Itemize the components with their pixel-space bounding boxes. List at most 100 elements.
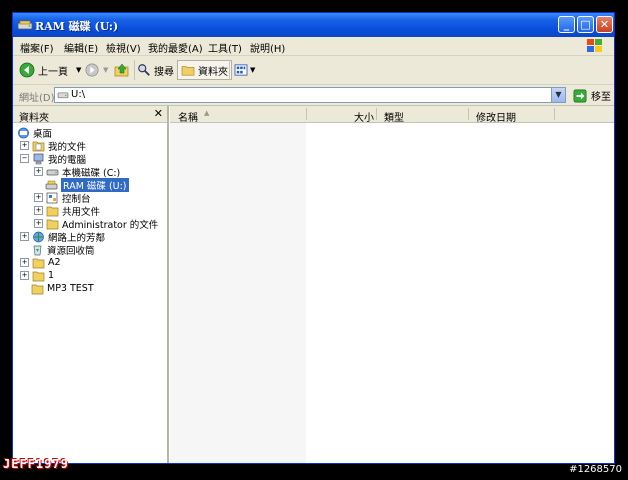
tree-item-recycle-bin[interactable]: 資源回收筒 <box>31 243 95 257</box>
file-list-pane[interactable]: 名稱 ▲ 大小 類型 修改日期 <box>170 106 614 463</box>
my-computer-icon <box>33 153 44 164</box>
views-icon <box>234 64 248 76</box>
menu-favorites[interactable]: 我的最愛(A) <box>148 40 203 55</box>
address-input[interactable]: U:\ ▼ <box>54 87 566 103</box>
tree-label: 1 <box>48 270 55 281</box>
window-title: RAM 磁碟 (U:) <box>35 20 119 33</box>
go-arrow-icon <box>573 89 587 102</box>
close-button[interactable]: ✕ <box>596 16 613 33</box>
toolbar-separator <box>229 60 230 80</box>
back-arrow-icon <box>19 62 35 78</box>
forward-arrow-icon <box>85 63 99 77</box>
address-label: 網址(D) <box>19 93 55 104</box>
column-size[interactable]: 大小 <box>354 109 374 124</box>
expand-icon[interactable]: + <box>34 167 43 176</box>
tree-label: A2 <box>48 257 61 268</box>
menu-tools[interactable]: 工具(T) <box>208 40 242 55</box>
expand-icon[interactable]: + <box>34 219 43 228</box>
back-button[interactable]: 上一頁 ▼ <box>19 60 81 80</box>
tree-label: 共用文件 <box>62 206 101 218</box>
tree-item-local-disk-c[interactable]: + 本機磁碟 (C:) <box>34 165 120 179</box>
folders-pane: 資料夾 ✕ 桌面 + 我的文件 − 我的電腦 + 本機磁碟 (C:) RAM 磁… <box>13 106 168 463</box>
windows-logo-icon <box>587 39 602 52</box>
folder-icon <box>46 206 59 216</box>
column-name[interactable]: 名稱 <box>178 109 198 124</box>
tree-item-administrator-documents[interactable]: + Administrator 的文件 <box>34 217 159 231</box>
tree-item-1[interactable]: + 1 <box>20 269 54 282</box>
folder-icon <box>32 258 45 268</box>
tree-item-control-panel[interactable]: + 控制台 <box>34 191 91 205</box>
expand-icon[interactable]: + <box>34 206 43 215</box>
forward-dropdown-icon[interactable]: ▼ <box>103 66 108 74</box>
folder-icon <box>46 219 59 229</box>
column-divider[interactable] <box>376 108 377 120</box>
column-modified[interactable]: 修改日期 <box>476 109 516 124</box>
go-button[interactable]: 移至 <box>573 88 611 103</box>
network-icon <box>33 231 44 242</box>
column-divider[interactable] <box>468 108 469 120</box>
column-type[interactable]: 類型 <box>384 109 404 124</box>
back-dropdown-icon[interactable]: ▼ <box>76 66 81 74</box>
local-disk-icon <box>46 169 59 175</box>
search-icon <box>138 64 150 76</box>
folder-icon <box>31 284 44 294</box>
collapse-icon[interactable]: − <box>20 154 29 163</box>
expand-icon[interactable]: + <box>20 258 29 267</box>
tree-item-ram-disk-u[interactable]: RAM 磁碟 (U:) <box>45 177 129 192</box>
search-button[interactable]: 搜尋 <box>137 60 174 80</box>
tree-label: 我的文件 <box>48 141 87 153</box>
views-button[interactable]: ▼ <box>234 60 255 80</box>
folders-label: 資料夾 <box>198 66 228 78</box>
up-button[interactable] <box>114 60 130 80</box>
tree-label: MP3 TEST <box>47 283 94 294</box>
menu-file[interactable]: 檔案(F) <box>20 40 54 55</box>
address-dropdown-icon[interactable]: ▼ <box>551 88 565 102</box>
expand-icon[interactable]: + <box>20 271 29 280</box>
column-divider[interactable] <box>306 108 307 120</box>
views-dropdown-icon: ▼ <box>250 66 256 74</box>
tree-item-my-computer[interactable]: − 我的電腦 <box>20 152 87 166</box>
image-id-label: #1268570 <box>569 464 622 475</box>
tree-item-desktop[interactable]: 桌面 <box>17 126 53 140</box>
folder-icon <box>32 271 45 281</box>
explorer-window: RAM 磁碟 (U:) _ □ ✕ 檔案(F) 編輯(E) 檢視(V) 我的最愛… <box>12 12 615 464</box>
tree-label-selected: RAM 磁碟 (U:) <box>61 177 129 192</box>
tree-item-a2[interactable]: + A2 <box>20 256 61 269</box>
expand-icon[interactable]: + <box>20 141 29 150</box>
tree-item-network[interactable]: + 網路上的芳鄰 <box>20 230 105 244</box>
go-label: 移至 <box>591 92 611 103</box>
column-divider[interactable] <box>554 108 555 120</box>
forward-button[interactable]: ▼ <box>85 60 108 80</box>
tree-label: 資源回收筒 <box>47 245 95 257</box>
pane-splitter[interactable] <box>168 106 169 463</box>
tree-label: 我的電腦 <box>48 154 87 166</box>
watermark-text: JEFF1979 <box>3 457 69 471</box>
title-bar[interactable]: RAM 磁碟 (U:) _ □ ✕ <box>13 13 614 37</box>
menu-edit[interactable]: 編輯(E) <box>64 40 98 55</box>
tree-item-my-documents[interactable]: + 我的文件 <box>20 139 87 153</box>
sort-ascending-icon: ▲ <box>204 109 210 117</box>
tree-item-mp3-test[interactable]: MP3 TEST <box>31 282 94 295</box>
toolbar-separator <box>134 60 135 80</box>
menu-bar: 檔案(F) 編輯(E) 檢視(V) 我的最愛(A) 工具(T) 說明(H) <box>13 37 614 56</box>
folders-pane-header: 資料夾 ✕ <box>13 106 167 124</box>
tree-item-shared-documents[interactable]: + 共用文件 <box>34 204 101 218</box>
standard-toolbar: 上一頁 ▼ ▼ 搜尋 資料夾 ▼ <box>13 56 614 85</box>
tree-label: 桌面 <box>33 128 53 140</box>
maximize-button[interactable]: □ <box>577 16 594 33</box>
menu-view[interactable]: 檢視(V) <box>106 40 141 55</box>
tree-label: Administrator 的文件 <box>62 219 159 231</box>
folders-button[interactable]: 資料夾 <box>177 60 232 80</box>
minimize-button[interactable]: _ <box>558 16 575 33</box>
my-documents-icon <box>32 141 45 151</box>
menu-help[interactable]: 說明(H) <box>250 40 285 55</box>
expand-icon[interactable]: + <box>34 193 43 202</box>
folder-up-icon <box>114 63 129 77</box>
address-bar: 網址(D) U:\ ▼ 移至 <box>13 85 614 106</box>
control-panel-icon <box>46 192 58 203</box>
folders-pane-close-icon[interactable]: ✕ <box>154 107 163 120</box>
recycle-bin-icon <box>33 245 42 255</box>
back-label: 上一頁 <box>38 66 68 78</box>
sorted-column-shade <box>170 123 306 463</box>
expand-icon[interactable]: + <box>20 232 29 241</box>
